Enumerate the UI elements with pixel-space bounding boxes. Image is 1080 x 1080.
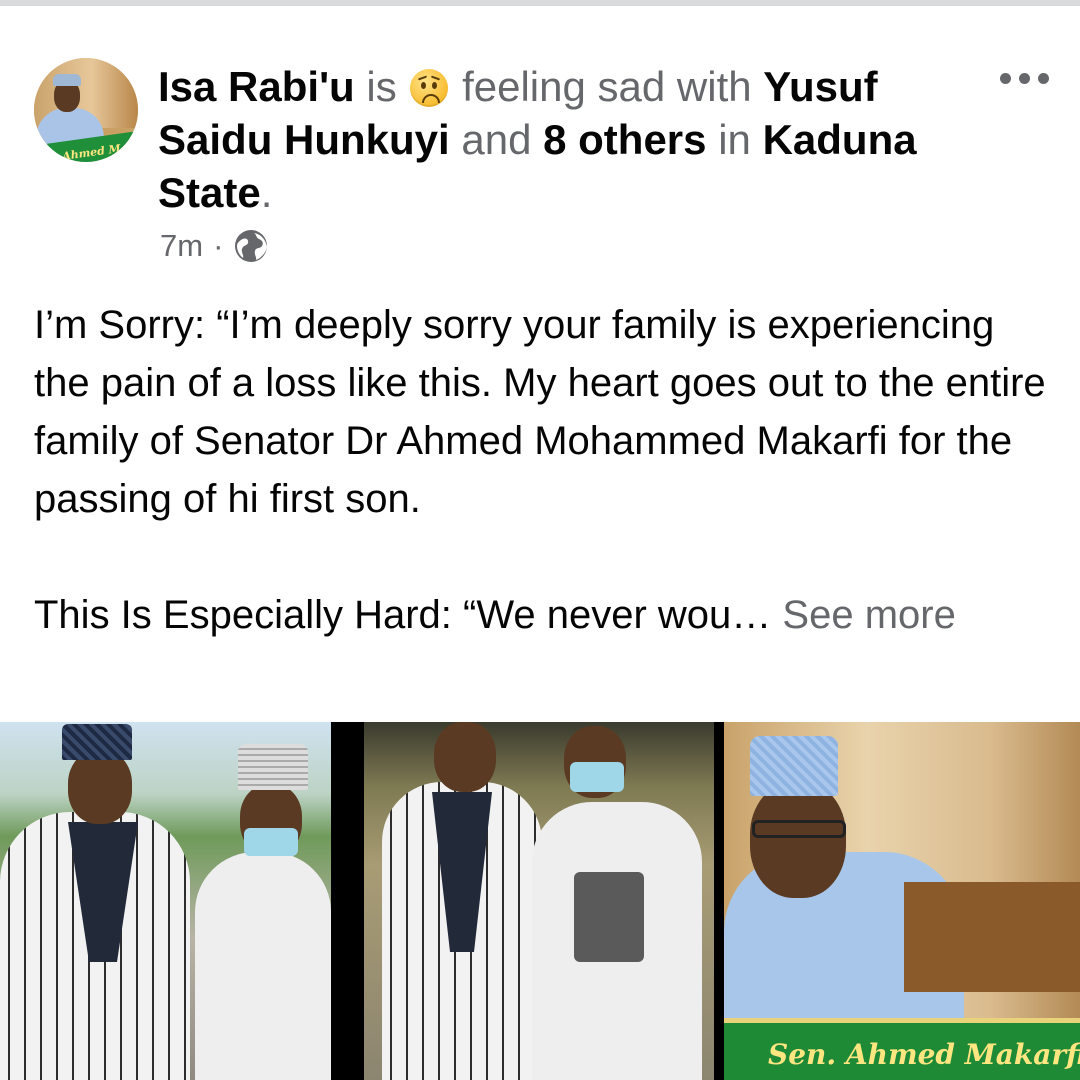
photo-3-figure-cap — [750, 736, 838, 796]
photo-1-figure-right-cap — [238, 744, 308, 790]
see-more-link[interactable]: See more — [782, 593, 955, 637]
top-divider — [0, 0, 1080, 6]
more-dot — [1019, 72, 1030, 84]
meta-separator: · — [213, 228, 224, 263]
more-dot — [1000, 72, 1011, 84]
photo-2[interactable] — [364, 722, 714, 1080]
post-meta: 7m · — [160, 228, 269, 264]
post-paragraph-2: This Is Especially Hard: “We never wou… … — [34, 586, 1054, 644]
post-body: I’m Sorry: “I’m deeply sorry your family… — [34, 296, 1054, 644]
post-timestamp[interactable]: 7m — [160, 228, 203, 264]
post-header: Isa Rabi'u is feeling sad with Yusuf Sai… — [158, 60, 958, 219]
more-dot — [1038, 72, 1049, 84]
is-word: is — [366, 63, 397, 110]
photo-2-figure-left-head — [434, 722, 496, 792]
photo-3-banner-text: Sen. Ahmed Makarfi — [768, 1038, 1080, 1071]
photo-grid: Sen. Ahmed Makarfi — [0, 722, 1080, 1080]
author-name[interactable]: Isa Rabi'u — [158, 63, 355, 110]
photo-1-face-mask — [244, 828, 298, 856]
sad-face-emoji-icon — [410, 69, 449, 107]
photo-gap — [331, 722, 364, 1080]
photo-1[interactable] — [0, 722, 331, 1080]
photo-1-figure-left-head — [68, 750, 132, 824]
author-avatar[interactable]: Ahmed M — [34, 58, 138, 162]
photo-3-glasses — [752, 820, 846, 838]
feeling-text: feeling sad — [462, 63, 666, 110]
photo-3[interactable]: Sen. Ahmed Makarfi — [724, 722, 1080, 1080]
globe-icon[interactable] — [233, 228, 269, 264]
others-link[interactable]: 8 others — [543, 116, 706, 163]
photo-2-face-mask — [570, 762, 624, 792]
photo-1-figure-right-robe — [195, 852, 331, 1080]
photo-2-embroidery — [574, 872, 644, 962]
post-paragraph-1: I’m Sorry: “I’m deeply sorry your family… — [34, 303, 1046, 521]
more-options-button[interactable] — [1000, 68, 1056, 88]
photo-3-figure-head — [750, 782, 846, 898]
and-word: and — [461, 116, 532, 163]
with-word: with — [676, 63, 752, 110]
photo-1-figure-left-cap — [62, 724, 132, 760]
in-word: in — [718, 116, 751, 163]
header-period: . — [260, 169, 273, 216]
photo-3-shelf — [904, 882, 1080, 992]
photo-gap — [714, 722, 724, 1080]
post-paragraph-2-text: This Is Especially Hard: “We never wou… — [34, 593, 772, 637]
avatar-cap — [53, 74, 81, 86]
